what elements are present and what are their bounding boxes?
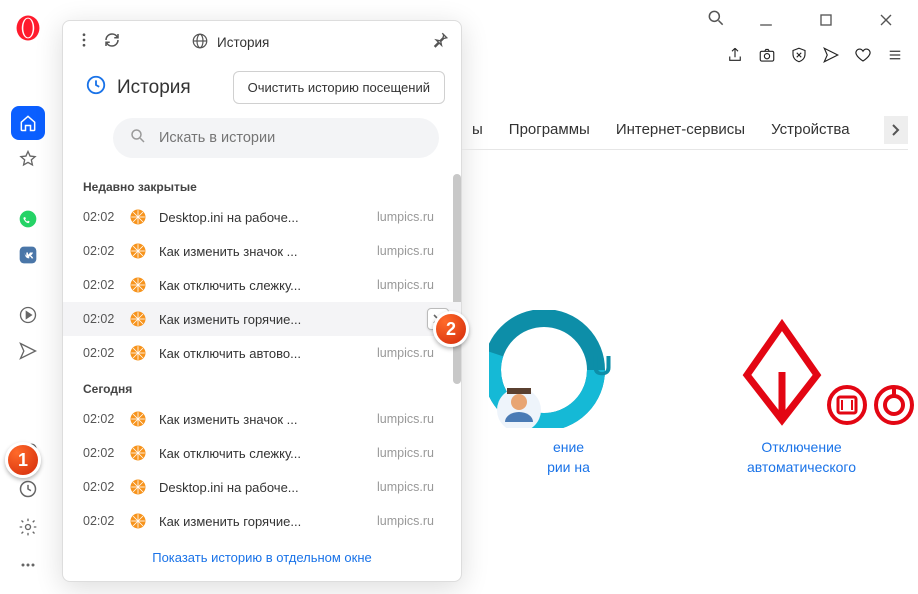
- favicon-icon: [129, 344, 147, 362]
- history-row[interactable]: 02:02 Как отключить слежку... lumpics.ru: [63, 268, 461, 302]
- card-left[interactable]: U ениерии на: [462, 310, 675, 584]
- row-domain: lumpics.ru: [377, 278, 449, 292]
- sidebar-whatsapp[interactable]: [11, 202, 45, 236]
- search-input[interactable]: [159, 130, 423, 146]
- favicon-icon: [129, 478, 147, 496]
- favicon-icon: [129, 512, 147, 530]
- nav-item-programs[interactable]: Программы: [499, 113, 600, 146]
- favicon-icon: [129, 242, 147, 260]
- row-title: Desktop.ini на рабоче...: [159, 480, 365, 495]
- search-box[interactable]: [113, 118, 439, 158]
- history-panel: История История Очистить историю посещен…: [62, 20, 462, 582]
- history-row[interactable]: 02:02 Desktop.ini на рабоче... lumpics.ru: [63, 470, 461, 504]
- section-today: Сегодня: [63, 370, 461, 402]
- history-list: Недавно закрытые 02:02 Desktop.ini на раб…: [63, 168, 461, 536]
- camera-icon[interactable]: [758, 46, 776, 69]
- row-title: Как изменить горячие...: [159, 312, 415, 327]
- panel-header: История: [63, 21, 461, 63]
- sidebar-settings[interactable]: [11, 510, 45, 544]
- search-icon[interactable]: [706, 8, 726, 33]
- favicon-icon: [129, 208, 147, 226]
- history-row[interactable]: 02:02 Как изменить горячие... lumpics.ru: [63, 504, 461, 536]
- card-right[interactable]: Отключениеавтоматического: [695, 310, 908, 584]
- nav-scroll-right[interactable]: [884, 116, 908, 144]
- row-domain: lumpics.ru: [377, 514, 449, 528]
- sidebar-vk[interactable]: [11, 238, 45, 272]
- row-title: Как отключить автово...: [159, 346, 365, 361]
- row-time: 02:02: [83, 480, 117, 494]
- toolbar: [726, 46, 904, 69]
- heart-icon[interactable]: [854, 46, 872, 69]
- annotation-badge-1: 1: [5, 442, 41, 478]
- history-row[interactable]: 02:02 Desktop.ini на рабоче... lumpics.ru: [63, 200, 461, 234]
- show-full-history-link[interactable]: Показать историю в отдельном окне: [63, 536, 461, 581]
- favicon-icon: [129, 410, 147, 428]
- row-title: Как изменить значок ...: [159, 412, 365, 427]
- nav-item-internet[interactable]: Интернет-сервисы: [606, 113, 755, 146]
- history-row[interactable]: 02:02 Как изменить значок ... lumpics.ru: [63, 234, 461, 268]
- favicon-icon: [129, 444, 147, 462]
- minimize-button[interactable]: [746, 0, 786, 40]
- reload-icon[interactable]: [103, 31, 121, 54]
- sidebar-player[interactable]: [11, 298, 45, 332]
- window-controls: [706, 0, 918, 40]
- row-title: Как изменить горячие...: [159, 514, 365, 529]
- row-time: 02:02: [83, 210, 117, 224]
- row-time: 02:02: [83, 346, 117, 360]
- globe-icon: [191, 32, 209, 53]
- svg-text:U: U: [592, 350, 612, 381]
- article-cards: U ениерии на Отключениеавтоматиче: [462, 310, 908, 584]
- page-nav: ы Программы Интернет-сервисы Устройства: [462, 110, 908, 150]
- row-domain: lumpics.ru: [377, 210, 449, 224]
- section-recent-closed: Недавно закрытые: [63, 168, 461, 200]
- favicon-icon: [129, 310, 147, 328]
- shield-icon[interactable]: [790, 46, 808, 69]
- row-domain: lumpics.ru: [377, 480, 449, 494]
- row-time: 02:02: [83, 514, 117, 528]
- nav-item-devices[interactable]: Устройства: [761, 113, 859, 146]
- card-caption: Отключениеавтоматического: [747, 438, 856, 477]
- maximize-button[interactable]: [806, 0, 846, 40]
- send-icon[interactable]: [822, 46, 840, 69]
- history-row[interactable]: 02:02 Как изменить значок ... lumpics.ru: [63, 402, 461, 436]
- clock-icon: [85, 74, 107, 102]
- search-icon: [129, 127, 147, 150]
- share-icon[interactable]: [726, 46, 744, 69]
- sidebar-messenger[interactable]: [11, 334, 45, 368]
- nav-item[interactable]: ы: [462, 113, 493, 146]
- sidebar-more[interactable]: [11, 548, 45, 582]
- row-domain: lumpics.ru: [377, 244, 449, 258]
- row-domain: lumpics.ru: [377, 412, 449, 426]
- row-title: Как отключить слежку...: [159, 446, 365, 461]
- history-row[interactable]: 02:02 Как изменить горячие...: [63, 302, 461, 336]
- row-domain: lumpics.ru: [377, 346, 449, 360]
- row-domain: lumpics.ru: [377, 446, 449, 460]
- opera-logo[interactable]: [6, 6, 50, 50]
- clear-history-button[interactable]: Очистить историю посещений: [233, 71, 445, 104]
- favicon-icon: [129, 276, 147, 294]
- sidebar-bookmarks[interactable]: [11, 142, 45, 176]
- annotation-badge-2: 2: [433, 311, 469, 347]
- row-time: 02:02: [83, 244, 117, 258]
- row-time: 02:02: [83, 412, 117, 426]
- row-title: Как изменить значок ...: [159, 244, 365, 259]
- row-time: 02:02: [83, 446, 117, 460]
- panel-tab: История: [131, 32, 269, 53]
- panel-tab-label: История: [217, 35, 269, 50]
- menu-icon[interactable]: [886, 46, 904, 69]
- row-title: Desktop.ini на рабоче...: [159, 210, 365, 225]
- row-time: 02:02: [83, 312, 117, 326]
- row-title: Как отключить слежку...: [159, 278, 365, 293]
- sidebar-speed-dial[interactable]: [11, 106, 45, 140]
- history-row[interactable]: 02:02 Как отключить слежку... lumpics.ru: [63, 436, 461, 470]
- sidebar: [0, 60, 56, 594]
- panel-menu-icon[interactable]: [75, 31, 93, 54]
- row-time: 02:02: [83, 278, 117, 292]
- panel-title: История: [85, 74, 191, 102]
- card-caption: ениерии на: [547, 438, 590, 477]
- history-row[interactable]: 02:02 Как отключить автово... lumpics.ru: [63, 336, 461, 370]
- close-button[interactable]: [866, 0, 906, 40]
- pin-icon[interactable]: [431, 31, 449, 54]
